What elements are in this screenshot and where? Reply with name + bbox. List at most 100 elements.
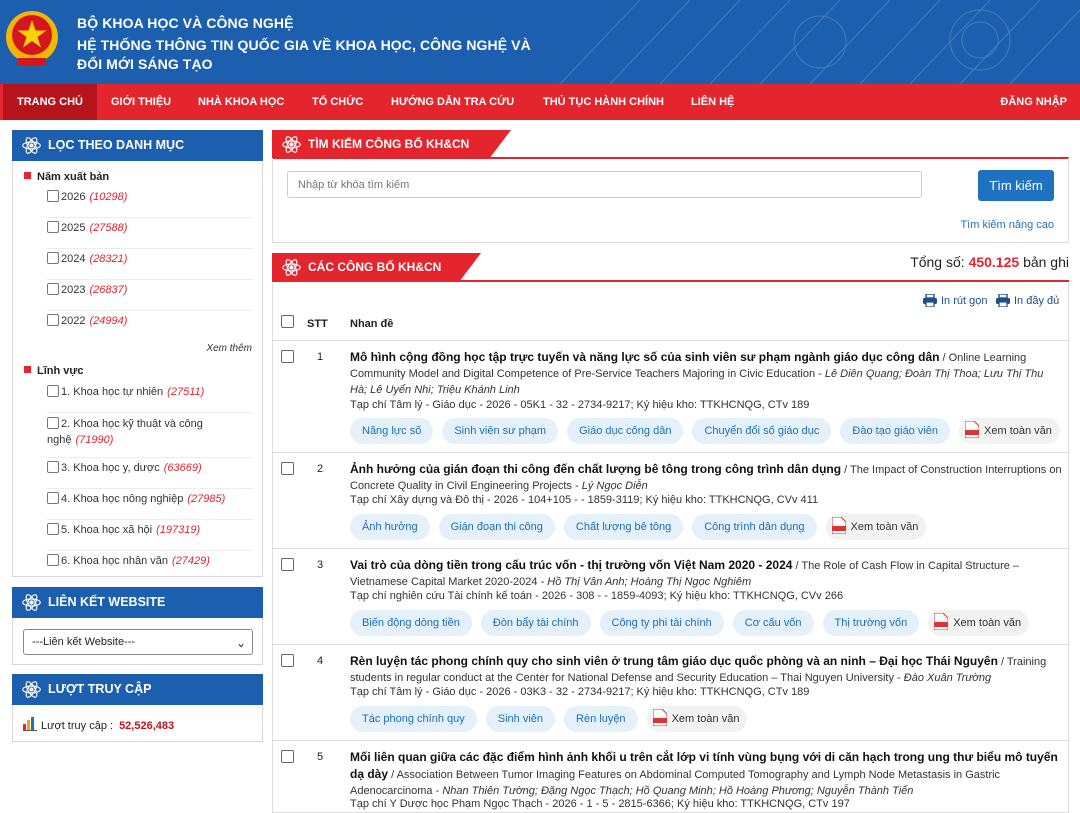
keyword-tag[interactable]: Cơ cấu vốn: [732, 610, 814, 636]
links-panel-title: LIÊN KẾT WEBSITE: [48, 595, 166, 609]
publication-title[interactable]: Rèn luyện tác phong chính quy cho sinh v…: [350, 653, 1062, 686]
ministry-name: BỘ KHOA HỌC VÀ CÔNG NGHỆ: [77, 15, 294, 31]
checkbox[interactable]: [47, 461, 59, 473]
atom-icon: [282, 259, 301, 276]
checkbox[interactable]: [47, 314, 59, 326]
keyword-tag[interactable]: Năng lực số: [350, 418, 434, 444]
keyword-tag[interactable]: Công trình dân dụng: [692, 514, 817, 540]
year-option-2026[interactable]: 2026 (10298): [47, 190, 253, 218]
row-checkbox[interactable]: [281, 462, 294, 475]
publication-title[interactable]: Mối liên quan giữa các đặc điểm hình ảnh…: [350, 749, 1062, 799]
row-number: 3: [317, 559, 324, 571]
field-option-social-sciences[interactable]: 5. Khoa học xã hội (197319): [47, 523, 253, 551]
view-fulltext-button[interactable]: Xem toàn văn: [825, 514, 927, 540]
keyword-tag[interactable]: Sinh viên: [485, 706, 556, 732]
website-links-panel: LIÊN KẾT WEBSITE ---Liên kết Website--- …: [12, 587, 263, 665]
table-row: 1 Mô hình cộng đồng học tập trực tuyến v…: [273, 342, 1068, 453]
checkbox[interactable]: [47, 417, 59, 429]
keyword-tag[interactable]: Chất lượng bê tông: [563, 514, 684, 540]
nav-login[interactable]: ĐĂNG NHẬP: [1000, 84, 1067, 120]
row-checkbox[interactable]: [281, 750, 294, 763]
total-records: Tổng số: 450.125 bản ghi: [910, 254, 1069, 270]
keyword-tag[interactable]: Đào tạo giáo viên: [840, 418, 951, 444]
see-more-link[interactable]: Xem thêm: [206, 343, 252, 354]
keyword-tag[interactable]: Ảnh hưởng: [350, 514, 430, 540]
bar-chart-icon: [23, 717, 37, 731]
filter-panel-header: LỌC THEO DANH MỤC: [12, 130, 263, 161]
publications-section-tab: CÁC CÔNG BỐ KH&CN: [272, 253, 481, 282]
visits-panel: LƯỢT TRUY CẬP Lượt truy cập :52,526,483: [12, 674, 263, 742]
search-button[interactable]: Tìm kiếm: [978, 170, 1054, 201]
nav-search-guide[interactable]: HƯỚNG DẪN TRA CỨU: [391, 84, 514, 120]
year-option-2023[interactable]: 2023 (26837): [47, 283, 253, 311]
keyword-tag[interactable]: Tác phong chính quy: [350, 706, 477, 732]
field-filter-title: Lĩnh vực: [24, 365, 83, 377]
row-number: 2: [317, 463, 324, 475]
year-option-2024[interactable]: 2024 (28321): [47, 252, 253, 280]
nav-contact[interactable]: LIÊN HỆ: [691, 84, 734, 120]
keyword-tags: Tác phong chính quy Sinh viên Rèn luyện Xem…: [350, 706, 748, 732]
keyword-tag[interactable]: Đòn bẩy tài chính: [480, 610, 591, 636]
print-full-button[interactable]: In đầy đủ: [996, 294, 1059, 307]
national-emblem-logo: [6, 11, 58, 65]
view-fulltext-button[interactable]: Xem toàn văn: [646, 706, 748, 732]
nav-procedures[interactable]: THỦ TỤC HÀNH CHÍNH: [543, 84, 664, 120]
advanced-search-link[interactable]: Tìm kiếm nâng cao: [960, 219, 1054, 231]
row-checkbox[interactable]: [281, 558, 294, 571]
view-fulltext-button[interactable]: Xem toàn văn: [959, 418, 1060, 444]
header-pattern-decoration: [559, 0, 1080, 84]
print-short-button[interactable]: In rút gọn: [923, 294, 987, 307]
filter-panel: LỌC THEO DANH MỤC Năm xuất bản 2026 (1029…: [12, 130, 263, 577]
keyword-tag[interactable]: Biến động dòng tiền: [350, 610, 472, 636]
field-option-engineering[interactable]: 2. Khoa học kỹ thuật và công nghệ (71990): [47, 416, 253, 458]
year-option-2025[interactable]: 2025 (27588): [47, 221, 253, 249]
checkbox[interactable]: [47, 190, 59, 202]
nav-organizations[interactable]: TỔ CHỨC: [312, 84, 363, 120]
website-link-select[interactable]: ---Liên kết Website--- ⌄: [23, 629, 253, 655]
field-option-natural-sciences[interactable]: 1. Khoa học tự nhiên (27511): [47, 385, 253, 413]
search-section-title: TÌM KIẾM CÔNG BỐ KH&CN: [308, 137, 470, 151]
checkbox[interactable]: [47, 554, 59, 566]
publication-title[interactable]: Ảnh hưởng của gián đoạn thi công đến chấ…: [350, 461, 1062, 494]
keyword-tag[interactable]: Giáo dục công dân: [567, 418, 684, 444]
publication-title[interactable]: Mô hình cộng đồng học tập trực tuyến và …: [350, 349, 1062, 398]
view-fulltext-button[interactable]: Xem toàn văn: [928, 610, 1030, 636]
checkbox[interactable]: [47, 385, 59, 397]
column-stt: STT: [307, 318, 328, 330]
printer-icon: [996, 294, 1010, 307]
pdf-icon: [965, 421, 980, 438]
checkbox[interactable]: [47, 221, 59, 233]
keyword-tag[interactable]: Thị trường vốn: [822, 610, 920, 636]
row-number: 1: [317, 351, 324, 363]
keyword-tag[interactable]: Chuyển đổi số giáo dục: [692, 418, 832, 444]
row-checkbox[interactable]: [281, 654, 294, 667]
field-option-humanities[interactable]: 6. Khoa học nhân văn (27429): [47, 554, 253, 574]
search-panel: Tìm kiếm Tìm kiếm nâng cao: [272, 158, 1069, 243]
nav-home[interactable]: TRANG CHỦ: [3, 84, 97, 120]
keyword-tag[interactable]: Gián đoạn thi công: [438, 514, 555, 540]
checkbox[interactable]: [47, 283, 59, 295]
select-all-checkbox[interactable]: [281, 315, 294, 328]
keyword-tags: Ảnh hưởng Gián đoạn thi công Chất lượng bê…: [350, 514, 927, 540]
row-checkbox[interactable]: [281, 350, 294, 363]
system-name: HỆ THỐNG THÔNG TIN QUỐC GIA VỀ KHOA HỌC,…: [77, 37, 531, 72]
keyword-tag[interactable]: Rèn luyện: [564, 706, 638, 732]
nav-scientists[interactable]: NHÀ KHOA HỌC: [198, 84, 284, 120]
publication-title[interactable]: Vai trò của dòng tiền trong cấu trúc vốn…: [350, 557, 1062, 590]
keyword-tag[interactable]: Sinh viên sư phạm: [442, 418, 559, 444]
row-number: 4: [317, 655, 324, 667]
year-option-2022[interactable]: 2022 (24994): [47, 314, 253, 342]
search-input[interactable]: [287, 171, 922, 198]
checkbox[interactable]: [47, 492, 59, 504]
nav-about[interactable]: GIỚI THIỆU: [111, 84, 171, 120]
field-option-medical[interactable]: 3. Khoa học y, dược (63669): [47, 461, 253, 489]
year-filter-title: Năm xuất bản: [24, 171, 109, 183]
checkbox[interactable]: [47, 523, 59, 535]
checkbox[interactable]: [47, 252, 59, 264]
keyword-tag[interactable]: Công ty phi tài chính: [599, 610, 724, 636]
search-section-header: TÌM KIẾM CÔNG BỐ KH&CN: [272, 130, 1069, 159]
table-row: 2 Ảnh hưởng của gián đoạn thi công đến c…: [273, 454, 1068, 549]
printer-icon: [923, 294, 937, 307]
field-option-agriculture[interactable]: 4. Khoa học nông nghiệp (27985): [47, 492, 253, 520]
column-title: Nhan đề: [350, 318, 394, 330]
